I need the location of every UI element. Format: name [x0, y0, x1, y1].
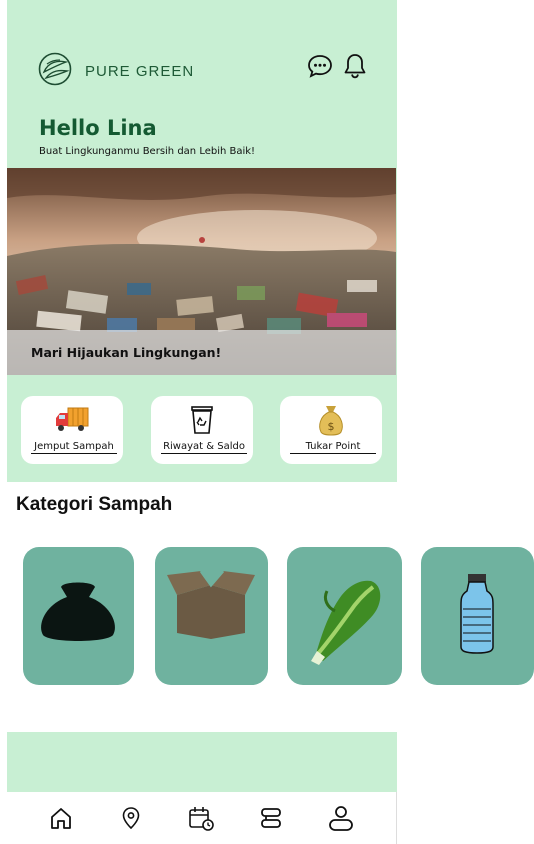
vegetable-icon	[311, 580, 381, 665]
truck-icon	[56, 407, 89, 431]
home-icon[interactable]	[48, 804, 74, 832]
brand-name: PURE GREEN	[85, 63, 195, 80]
chat-icon[interactable]	[306, 52, 334, 80]
category-tile-organic[interactable]	[287, 547, 402, 685]
quick-action-label: Riwayat & Saldo	[161, 441, 247, 454]
categories-title: Kategori Sampah	[16, 494, 173, 515]
quick-action-jemput-sampah[interactable]: Jemput Sampah	[21, 396, 123, 464]
profile-icon[interactable]	[327, 804, 355, 832]
trash-bag-icon	[41, 582, 115, 641]
greeting-title: Hello Lina	[39, 116, 157, 140]
leaf-logo-icon	[38, 52, 72, 86]
cardboard-box-icon	[167, 570, 255, 639]
quick-action-label: Tukar Point	[290, 441, 376, 454]
location-icon[interactable]	[118, 804, 144, 832]
banner-caption: Mari Hijaukan Lingkungan!	[31, 345, 222, 360]
quick-action-label: Jemput Sampah	[31, 441, 117, 454]
footer-background	[7, 732, 397, 794]
money-bag-icon: $	[319, 406, 343, 436]
category-tile-plastic[interactable]	[421, 547, 534, 685]
category-tile-cardboard[interactable]	[155, 547, 268, 685]
stack-icon[interactable]	[258, 804, 284, 832]
landfill-illustration	[7, 168, 396, 375]
greeting-subtitle: Buat Lingkunganmu Bersih dan Lebih Baik!	[39, 146, 256, 157]
calendar-icon[interactable]	[187, 804, 215, 832]
category-tile-garbage-bag[interactable]	[23, 547, 134, 685]
quick-action-tukar-point[interactable]: $ Tukar Point	[280, 396, 382, 464]
plastic-bottle-icon	[460, 574, 494, 654]
bottom-navigation	[7, 792, 397, 844]
bell-icon[interactable]	[341, 52, 369, 80]
banner-image[interactable]: Mari Hijaukan Lingkungan!	[7, 168, 396, 375]
svg-text:$: $	[328, 420, 335, 433]
recycle-bin-icon	[191, 406, 213, 434]
quick-action-riwayat-saldo[interactable]: Riwayat & Saldo	[151, 396, 253, 464]
